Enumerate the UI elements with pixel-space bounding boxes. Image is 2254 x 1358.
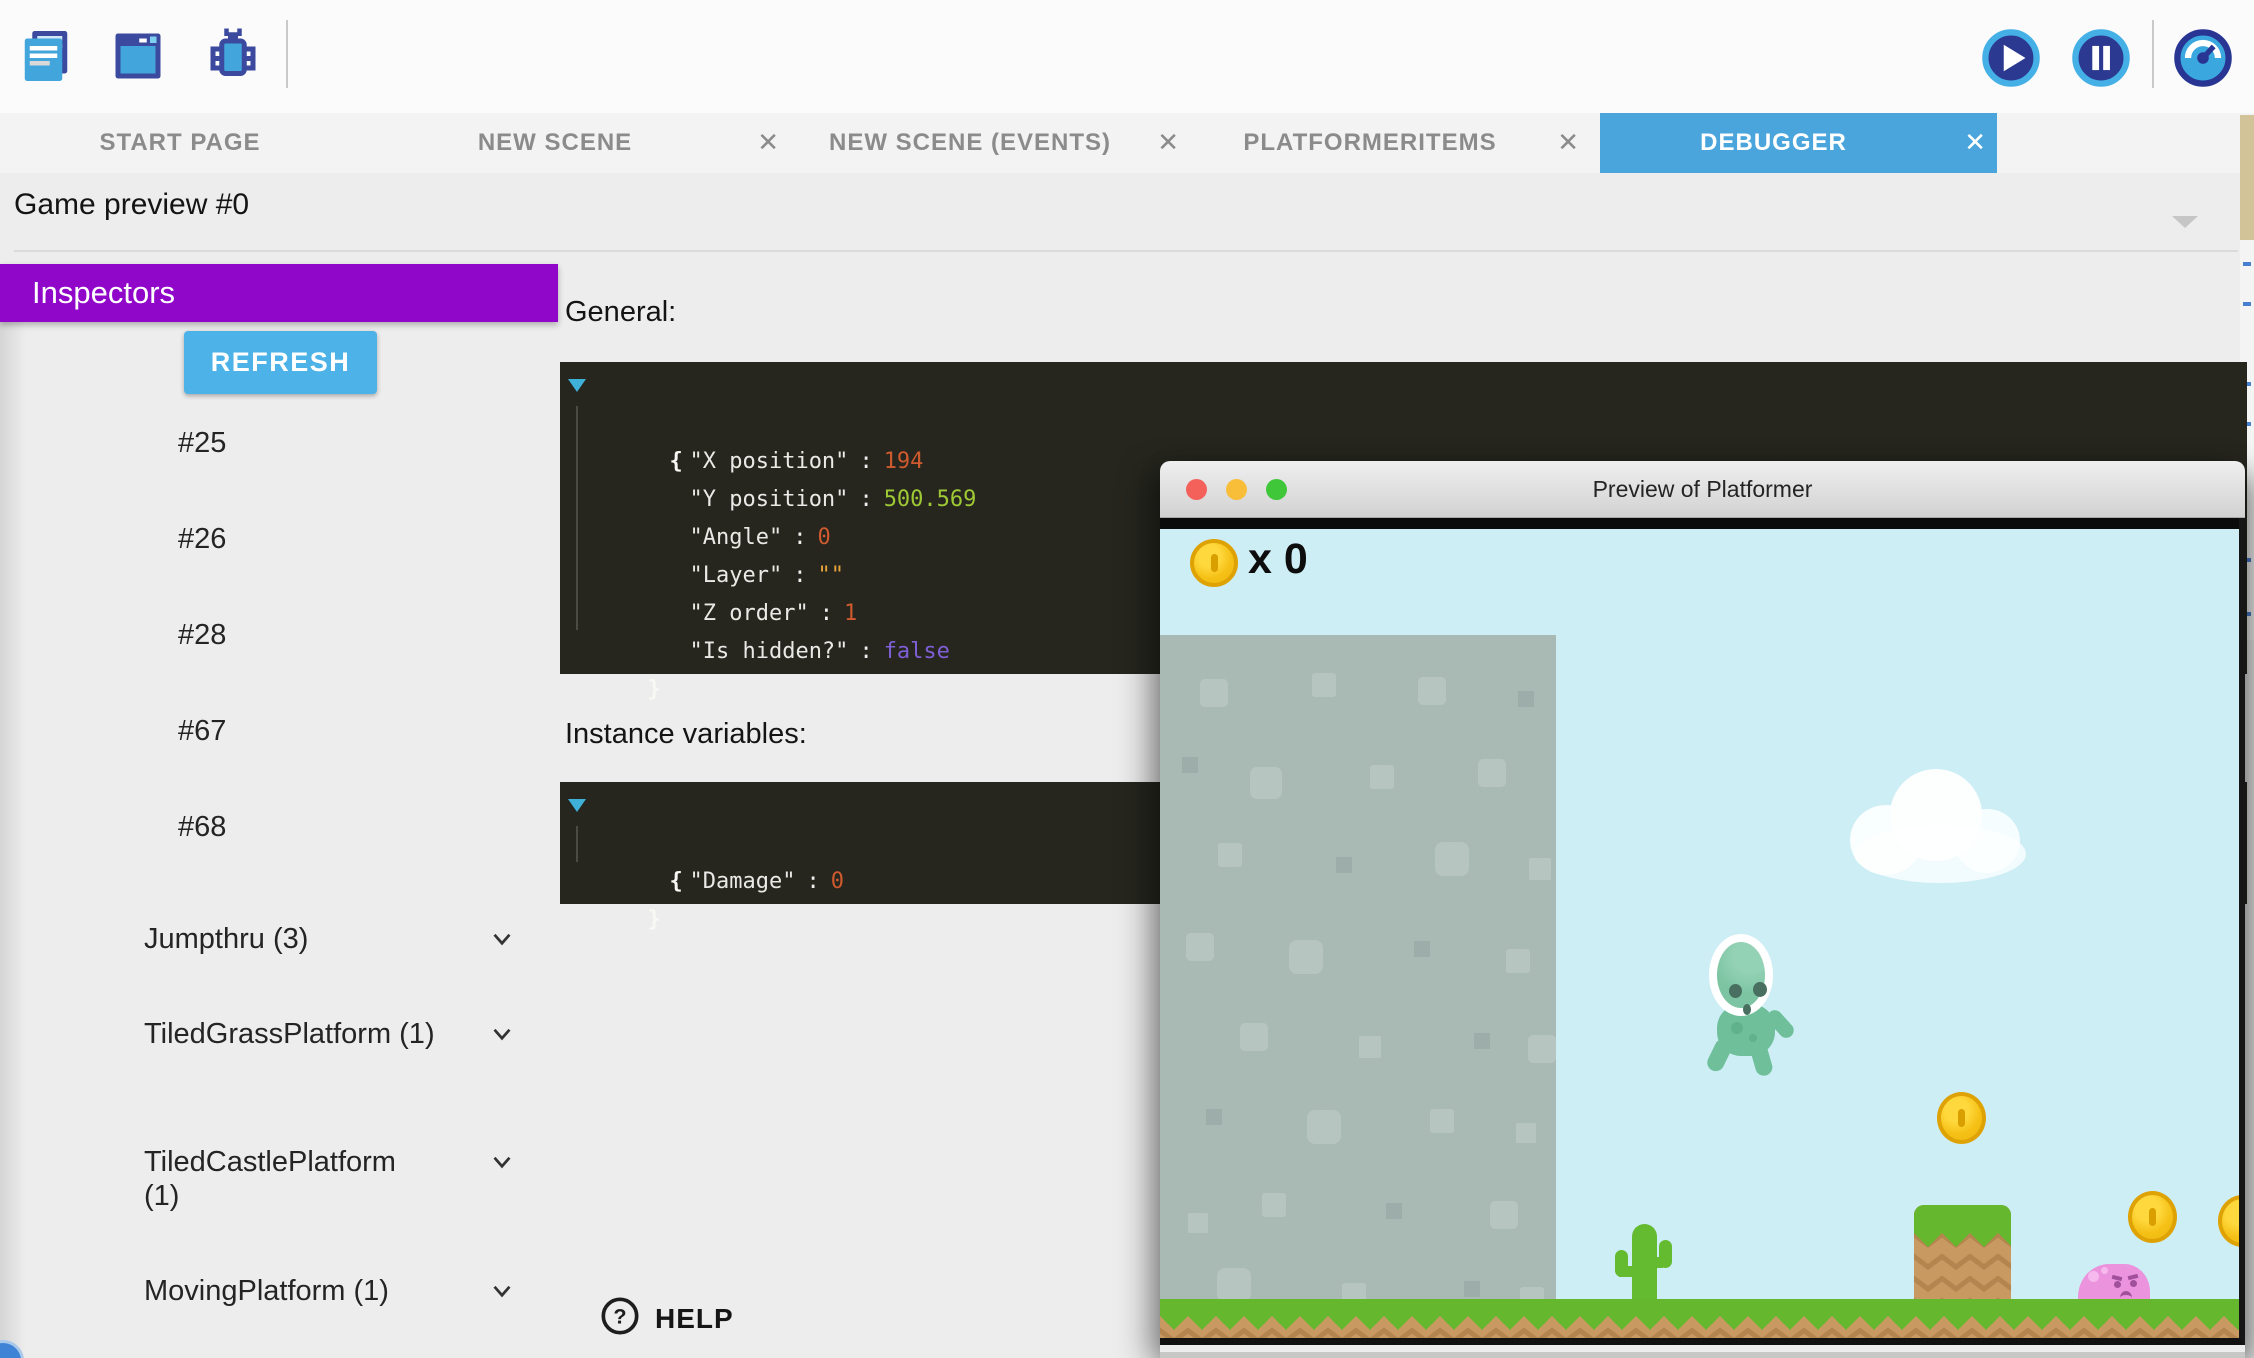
castle-wall-sprite [1160,635,1556,1345]
sidebar-scroll-shadow [0,322,26,1358]
coin-sprite [2128,1191,2177,1243]
close-tab-icon[interactable]: ✕ [1964,127,1987,158]
pause-icon[interactable] [2072,29,2130,87]
cactus-sprite [1615,1224,1669,1306]
inspectors-title: Inspectors [32,275,175,311]
wall-tile-pattern [1160,635,1188,663]
project-manager-icon[interactable] [16,25,76,87]
scene-editor-icon[interactable] [108,25,168,87]
instance-item[interactable]: #68 [178,810,226,844]
help-label: HELP [655,1303,734,1335]
game-letterbox [1160,518,2245,529]
chevron-down-icon[interactable] [486,1146,518,1178]
desktop-strip [1160,1352,2245,1358]
gdevelop-debugger-window: START PAGE NEW SCENE ✕ NEW SCENE (EVENTS… [0,0,2254,1358]
inspectors-header: Inspectors [0,264,558,322]
collapse-triangle-icon[interactable] [568,799,586,812]
close-tab-icon[interactable]: ✕ [757,127,780,158]
edge-strip-mark [2243,262,2251,266]
json-row-x-position: "X position":194 [560,405,2247,443]
chevron-down-icon[interactable] [486,1018,518,1050]
close-tab-icon[interactable]: ✕ [1557,127,1580,158]
tab-label: PLATFORMERITEMS [1243,129,1496,157]
chevron-down-icon[interactable] [486,923,518,955]
cloud-sprite [1850,769,2030,887]
preview-window-titlebar[interactable]: Preview of Platformer [1160,461,2245,518]
preview-window: Preview of Platformer x 0 [1160,461,2245,1352]
grass-platform-sprite [1914,1205,2011,1306]
coin-sprite [1937,1092,1986,1144]
main-toolbar [0,0,2254,113]
divider [14,250,2238,252]
edge-panel-strip [2240,115,2254,240]
player-character-sprite [1705,934,1795,1072]
instance-item[interactable]: #25 [178,426,226,460]
tab-debugger[interactable]: DEBUGGER ✕ [1600,113,1997,173]
collapse-triangle-icon[interactable] [568,379,586,392]
tab-label: DEBUGGER [1700,129,1847,157]
play-icon[interactable] [1982,29,2040,87]
close-tab-icon[interactable]: ✕ [1157,127,1180,158]
coin-sprite [2218,1195,2245,1247]
tab-label: NEW SCENE [478,129,632,157]
object-group-tiledcastleplatform[interactable]: TiledCastlePlatform (1) [144,1145,436,1213]
object-group-movingplatform[interactable]: MovingPlatform (1) [144,1274,436,1308]
game-canvas[interactable]: x 0 [1160,529,2245,1345]
edge-strip-mark [2243,302,2251,306]
editor-tab-bar: START PAGE NEW SCENE ✕ NEW SCENE (EVENTS… [0,113,2254,173]
toolbar-divider [286,20,288,88]
ground-sprite [1160,1299,2239,1338]
question-mark-icon: ? [600,1296,640,1341]
help-button[interactable]: ? HELP [600,1296,734,1341]
preview-window-title: Preview of Platformer [1160,461,2245,518]
tab-platformeritems[interactable]: PLATFORMERITEMS ✕ [1190,113,1590,173]
object-group-jumpthru[interactable]: Jumpthru (3) [144,922,436,956]
hud-coin-icon [1190,539,1238,587]
object-group-tiledgrassplatform[interactable]: TiledGrassPlatform (1) [144,1017,436,1051]
general-heading: General: [565,296,676,329]
coin-counter: x 0 [1248,535,1308,584]
instance-item[interactable]: #28 [178,618,226,652]
instance-item[interactable]: #26 [178,522,226,556]
instance-item[interactable]: #67 [178,714,226,748]
tab-new-scene-events[interactable]: NEW SCENE (EVENTS) ✕ [790,113,1190,173]
tab-new-scene[interactable]: NEW SCENE ✕ [360,113,790,173]
toolbar-divider [2152,20,2154,88]
debugger-icon[interactable] [203,25,263,87]
profiler-icon[interactable] [2174,29,2232,87]
chevron-down-icon[interactable] [2172,216,2198,228]
tab-start-page[interactable]: START PAGE [0,113,360,173]
chevron-down-icon[interactable] [486,1275,518,1307]
game-preview-selector[interactable]: Game preview #0 [14,188,249,222]
json-open-brace-row: { [560,367,2247,405]
svg-text:?: ? [613,1304,626,1329]
tab-label: START PAGE [99,129,260,157]
tab-label: NEW SCENE (EVENTS) [829,129,1111,157]
refresh-button[interactable]: REFRESH [184,331,377,394]
